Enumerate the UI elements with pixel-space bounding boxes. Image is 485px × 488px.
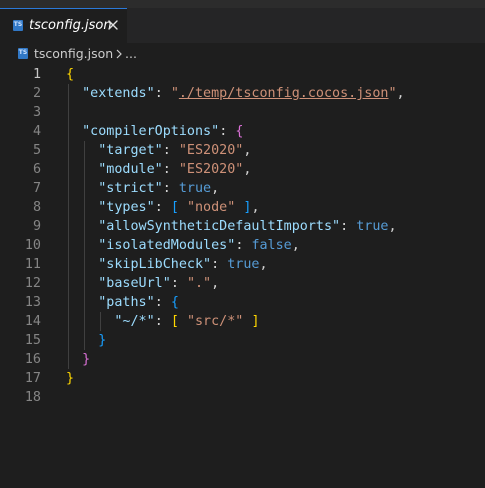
- line-number: 18: [24, 390, 41, 405]
- line-number: 2: [32, 86, 41, 101]
- typescript-file-icon: TS: [18, 48, 28, 59]
- code-text: "paths": {: [98, 295, 179, 310]
- code-line: 11 "skipLibCheck": true,: [0, 255, 485, 274]
- title-bar-strip: [0, 0, 485, 8]
- line-number: 5: [32, 143, 41, 158]
- code-text: "skipLibCheck": true,: [98, 257, 268, 272]
- close-icon[interactable]: [106, 18, 120, 32]
- line-number: 15: [24, 333, 41, 348]
- line-number: 12: [24, 276, 41, 291]
- code-line: 9 "allowSyntheticDefaultImports": true,: [0, 217, 485, 236]
- typescript-file-icon: TS: [13, 20, 23, 31]
- code-text: "types": [ "node" ],: [98, 200, 260, 215]
- code-text: "module": "ES2020",: [98, 162, 252, 177]
- code-text: }: [98, 333, 107, 348]
- line-number: 1: [32, 67, 41, 82]
- code-text: "target": "ES2020",: [98, 143, 252, 158]
- code-text: "~/*": [ "src/*" ]: [114, 314, 260, 329]
- line-number: 13: [24, 295, 41, 310]
- code-text: "allowSyntheticDefaultImports": true,: [98, 219, 397, 234]
- code-text: }: [66, 371, 75, 386]
- code-line: 1{: [0, 65, 485, 84]
- code-text: "strict": true,: [98, 181, 220, 196]
- breadcrumb: TS tsconfig.json ...: [0, 43, 485, 65]
- code-line: 4 "compilerOptions": {: [0, 122, 485, 141]
- line-number: 9: [32, 219, 41, 234]
- code-line: 14 "~/*": [ "src/*" ]: [0, 312, 485, 331]
- code-text: "extends": "./temp/tsconfig.cocos.json",: [82, 86, 405, 101]
- code-line: 3: [0, 103, 485, 122]
- line-number: 17: [24, 371, 41, 386]
- code-line: 16 }: [0, 350, 485, 369]
- code-line: 2 "extends": "./temp/tsconfig.cocos.json…: [0, 84, 485, 103]
- code-line: 15 }: [0, 331, 485, 350]
- tab-label: tsconfig.json: [29, 18, 112, 33]
- line-number: 8: [32, 200, 41, 215]
- code-editor[interactable]: 1{2 "extends": "./temp/tsconfig.cocos.js…: [0, 65, 485, 488]
- code-text: "compilerOptions": {: [82, 124, 244, 139]
- line-number: 11: [24, 257, 41, 272]
- code-line: 5 "target": "ES2020",: [0, 141, 485, 160]
- line-number: 6: [32, 162, 41, 177]
- breadcrumb-symbols[interactable]: ...: [125, 46, 137, 61]
- code-text: }: [82, 352, 91, 367]
- code-line: 13 "paths": {: [0, 293, 485, 312]
- line-number: 7: [32, 181, 41, 196]
- tab-tsconfig[interactable]: TS tsconfig.json: [0, 8, 127, 43]
- code-line: 10 "isolatedModules": false,: [0, 236, 485, 255]
- code-line: 18: [0, 388, 485, 407]
- code-line: 12 "baseUrl": ".",: [0, 274, 485, 293]
- code-line: 6 "module": "ES2020",: [0, 160, 485, 179]
- code-line: 8 "types": [ "node" ],: [0, 198, 485, 217]
- chevron-right-icon: [116, 49, 122, 59]
- code-line: 17}: [0, 369, 485, 388]
- code-line: 7 "strict": true,: [0, 179, 485, 198]
- breadcrumb-file[interactable]: tsconfig.json: [34, 46, 113, 61]
- line-number: 4: [32, 124, 41, 139]
- line-number: 3: [32, 105, 41, 120]
- code-text: "isolatedModules": false,: [98, 238, 300, 253]
- code-text: "baseUrl": ".",: [98, 276, 220, 291]
- line-number: 16: [24, 352, 41, 367]
- tab-bar: TS tsconfig.json: [0, 8, 485, 43]
- line-number: 10: [24, 238, 41, 253]
- line-number: 14: [24, 314, 41, 329]
- code-text: {: [66, 67, 75, 82]
